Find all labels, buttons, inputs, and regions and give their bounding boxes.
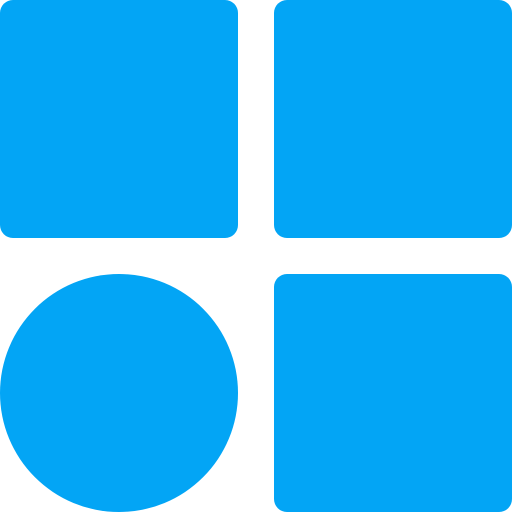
apps-grid-svg xyxy=(0,0,512,512)
square-tile-top-right xyxy=(274,0,512,238)
apps-grid-icon xyxy=(0,0,512,512)
circle-tile-bottom-left xyxy=(0,274,238,512)
square-tile-top-left xyxy=(0,0,238,238)
square-tile-bottom-right xyxy=(274,274,512,512)
